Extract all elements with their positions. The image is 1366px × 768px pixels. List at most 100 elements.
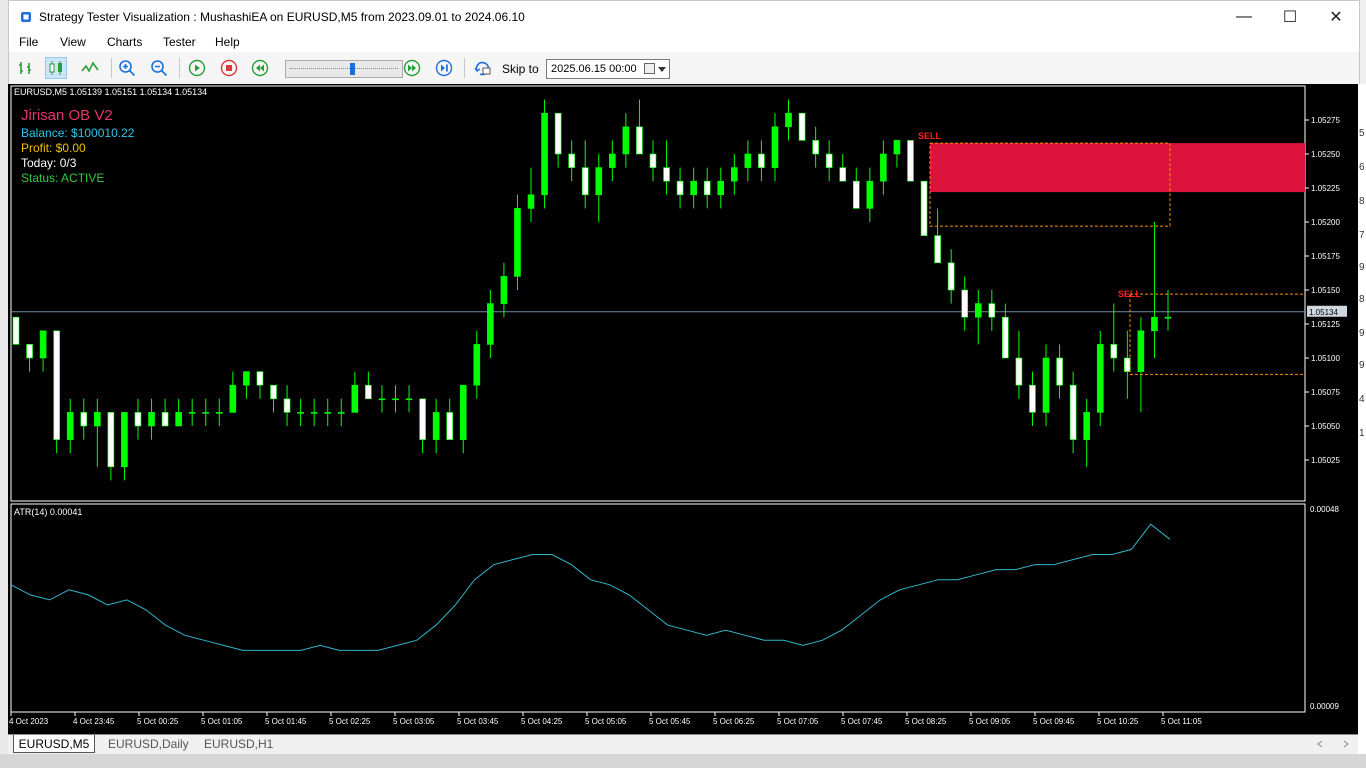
slider-track — [290, 68, 398, 71]
current-price-label: 1.05134 — [1309, 308, 1338, 317]
candle-body — [26, 344, 33, 359]
chart-window[interactable]: 1.05275 1.05250 1.05225 1.05200 1.05175 1.051… — [8, 84, 1358, 734]
step-icon[interactable] — [433, 57, 455, 79]
tab-eurusd-daily[interactable]: EURUSD,Daily — [108, 735, 189, 753]
candle-body — [188, 412, 196, 414]
candle-body — [432, 412, 440, 440]
candle — [175, 398, 182, 427]
candle — [256, 371, 264, 399]
panel-name: Jirisan OB V2 — [21, 107, 113, 124]
price-tick-label: 1.05275 — [1311, 116, 1340, 125]
slider-thumb[interactable] — [350, 63, 355, 75]
candle-body — [568, 153, 575, 168]
time-tick-label: 5 Oct 00:25 — [137, 717, 179, 726]
candle-body — [1124, 357, 1131, 372]
stop-icon[interactable] — [218, 57, 240, 79]
menu-file[interactable]: File — [19, 35, 38, 49]
price-tick-label: 1.05250 — [1311, 150, 1340, 159]
atr-line — [10, 523, 1171, 651]
candle-body — [53, 330, 60, 440]
title-bar[interactable]: Strategy Tester Visualization : Mushashi… — [8, 0, 1360, 33]
zoom-in-icon[interactable] — [116, 57, 138, 79]
skip-to-icon[interactable] — [472, 57, 494, 79]
line-chart-icon[interactable] — [79, 57, 101, 79]
candle — [229, 371, 237, 413]
time-tick-label: 5 Oct 06:25 — [713, 717, 755, 726]
skip-to-label: Skip to — [502, 62, 539, 76]
candle — [690, 167, 697, 209]
candle — [419, 398, 426, 454]
time-tick-label: 5 Oct 03:45 — [457, 717, 499, 726]
menu-tester[interactable]: Tester — [163, 35, 196, 49]
calendar-icon[interactable] — [644, 63, 655, 74]
candle-body — [229, 384, 237, 413]
candle-body — [947, 262, 955, 291]
candle-body — [283, 398, 291, 413]
candle — [744, 140, 752, 182]
menu-bar: File View Charts Tester Help — [8, 32, 1360, 52]
candle-body — [785, 112, 792, 128]
chevron-down-icon[interactable] — [658, 67, 666, 72]
candle-body — [1151, 316, 1158, 332]
tab-eurusd-h1[interactable]: EURUSD,H1 — [204, 735, 273, 753]
candle — [337, 398, 345, 426]
menu-view[interactable]: View — [60, 35, 86, 49]
candle-body — [852, 180, 860, 209]
candle — [581, 140, 589, 209]
price-tick-label: 1.05225 — [1311, 184, 1340, 193]
candle — [1110, 303, 1118, 372]
candle-body — [202, 412, 210, 414]
candle-body — [1137, 330, 1145, 372]
candle — [243, 371, 250, 399]
candle — [934, 208, 941, 264]
chart-canvas[interactable]: 1.05275 1.05250 1.05225 1.05200 1.05175 1.051… — [8, 84, 1358, 734]
candle — [541, 99, 548, 209]
candle-body — [1096, 344, 1104, 413]
menu-help[interactable]: Help — [215, 35, 240, 49]
minimize-button[interactable]: — — [1221, 1, 1267, 33]
price-tick-label: 1.05050 — [1311, 422, 1340, 431]
candle — [26, 344, 33, 372]
tab-eurusd-m5[interactable]: EURUSD,M5 — [13, 735, 95, 753]
candlestick-icon[interactable] — [45, 57, 67, 79]
candle-body — [94, 412, 101, 427]
candle-body — [419, 398, 426, 440]
candle — [920, 180, 928, 236]
bar-chart-icon[interactable] — [15, 57, 37, 79]
time-tick-label: 5 Oct 07:05 — [777, 717, 819, 726]
speed-slider[interactable] — [285, 60, 403, 78]
candle — [1151, 222, 1158, 358]
candle — [649, 140, 657, 182]
candle — [880, 140, 887, 195]
chart-tabs: EURUSD,M5 EURUSD,Daily EURUSD,H1 — [8, 734, 1358, 755]
candle-body — [500, 276, 508, 304]
candle — [500, 262, 508, 318]
tab-scroll-arrows[interactable] — [1316, 739, 1352, 749]
candle-body — [1110, 344, 1118, 359]
candle — [94, 398, 101, 467]
time-tick-label: 5 Oct 05:45 — [649, 717, 691, 726]
time-tick-label: 5 Oct 01:05 — [201, 717, 243, 726]
candle-body — [758, 153, 765, 168]
candle-body — [893, 140, 901, 155]
play-icon[interactable] — [186, 57, 208, 79]
close-button[interactable]: ✕ — [1313, 1, 1359, 33]
maximize-button[interactable]: ☐ — [1267, 1, 1313, 33]
candle — [53, 330, 60, 454]
candle-body — [595, 167, 603, 196]
candle-body — [1083, 412, 1090, 440]
price-tick-label: 1.05200 — [1311, 218, 1340, 227]
skip-to-date-input[interactable]: 2025.06.15 00:00 — [546, 59, 670, 79]
zoom-out-icon[interactable] — [148, 57, 170, 79]
candle — [731, 154, 738, 195]
slower-icon[interactable] — [249, 57, 271, 79]
candle-body — [1042, 357, 1050, 413]
candle-body — [663, 167, 670, 182]
candle — [283, 385, 291, 426]
candle — [392, 385, 399, 413]
candle-body — [392, 398, 399, 401]
menu-charts[interactable]: Charts — [107, 35, 142, 49]
status-bar — [0, 754, 1366, 768]
candle — [893, 140, 901, 168]
faster-icon[interactable] — [401, 57, 423, 79]
